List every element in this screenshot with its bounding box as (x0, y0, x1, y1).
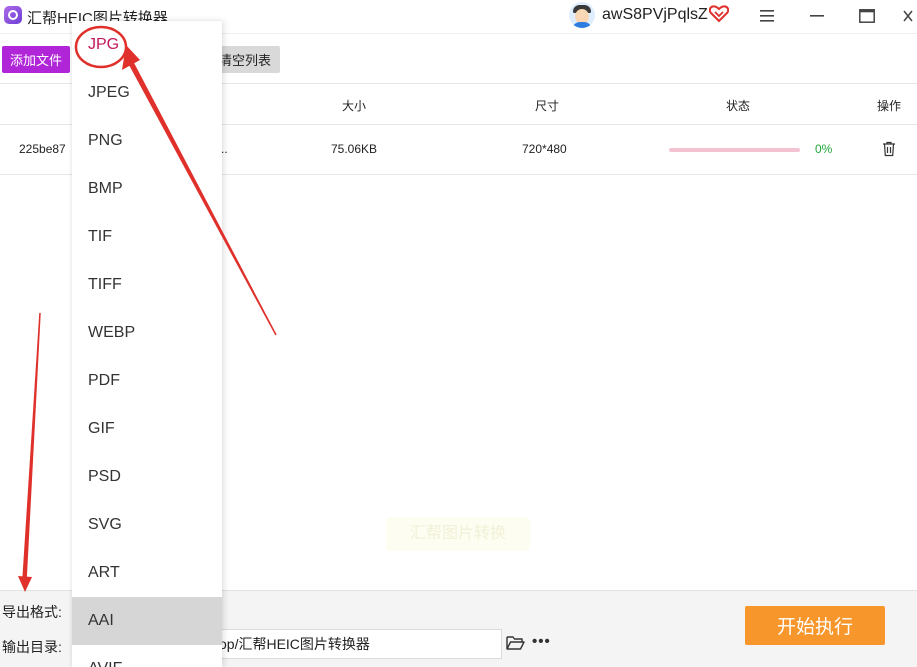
minimize-icon[interactable] (804, 4, 830, 28)
file-name-ellipsis: .. (221, 142, 228, 156)
header-action: 操作 (877, 99, 902, 113)
file-dimensions: 720*480 (522, 142, 567, 156)
format-option-pdf[interactable]: PDF (72, 357, 222, 405)
format-option-tif[interactable]: TIF (72, 213, 222, 261)
format-option-art[interactable]: ART (72, 549, 222, 597)
format-option-jpeg[interactable]: JPEG (72, 69, 222, 117)
trash-icon[interactable] (882, 141, 896, 157)
header-dimensions: 尺寸 (535, 99, 560, 113)
hamburger-icon[interactable] (754, 4, 780, 28)
header-status: 状态 (726, 99, 751, 113)
file-name: 225be87 (19, 142, 66, 156)
export-format-label: 导出格式: (2, 604, 62, 620)
header-size: 大小 (342, 99, 367, 113)
format-option-psd[interactable]: PSD (72, 453, 222, 501)
more-icon[interactable]: ••• (532, 633, 551, 650)
maximize-icon[interactable] (854, 4, 880, 28)
progress-percent: 0% (815, 142, 833, 156)
format-option-jpg[interactable]: JPG (72, 21, 222, 69)
add-file-button[interactable]: 添加文件 (2, 46, 70, 73)
file-size: 75.06KB (331, 142, 378, 156)
format-option-gif[interactable]: GIF (72, 405, 222, 453)
format-option-aai[interactable]: AAI (72, 597, 222, 645)
username[interactable]: awS8PVjPqlsZ (602, 6, 708, 24)
format-option-avif[interactable]: AVIF (72, 645, 222, 667)
start-button[interactable]: 开始执行 (745, 606, 885, 645)
annotation-arrow-down (22, 312, 41, 581)
watermark: 汇帮图片转换 (386, 517, 530, 551)
format-option-svg[interactable]: SVG (72, 501, 222, 549)
user-avatar[interactable] (569, 2, 595, 28)
format-option-png[interactable]: PNG (72, 117, 222, 165)
format-option-tiff[interactable]: TIFF (72, 261, 222, 309)
progress-bar (669, 148, 800, 152)
close-icon[interactable] (903, 4, 917, 28)
output-dir-input[interactable]: op/汇帮HEIC图片转换器 (200, 629, 502, 659)
app-logo-icon (4, 6, 22, 24)
format-dropdown-menu[interactable]: JPG JPEG PNG BMP TIF TIFF WEBP PDF GIF PSD SVG ART A… (72, 21, 222, 667)
output-dir-label: 输出目录: (2, 639, 62, 655)
format-option-bmp[interactable]: BMP (72, 165, 222, 213)
vip-heart-icon[interactable] (709, 5, 729, 23)
folder-icon[interactable] (506, 635, 525, 651)
format-option-webp[interactable]: WEBP (72, 309, 222, 357)
